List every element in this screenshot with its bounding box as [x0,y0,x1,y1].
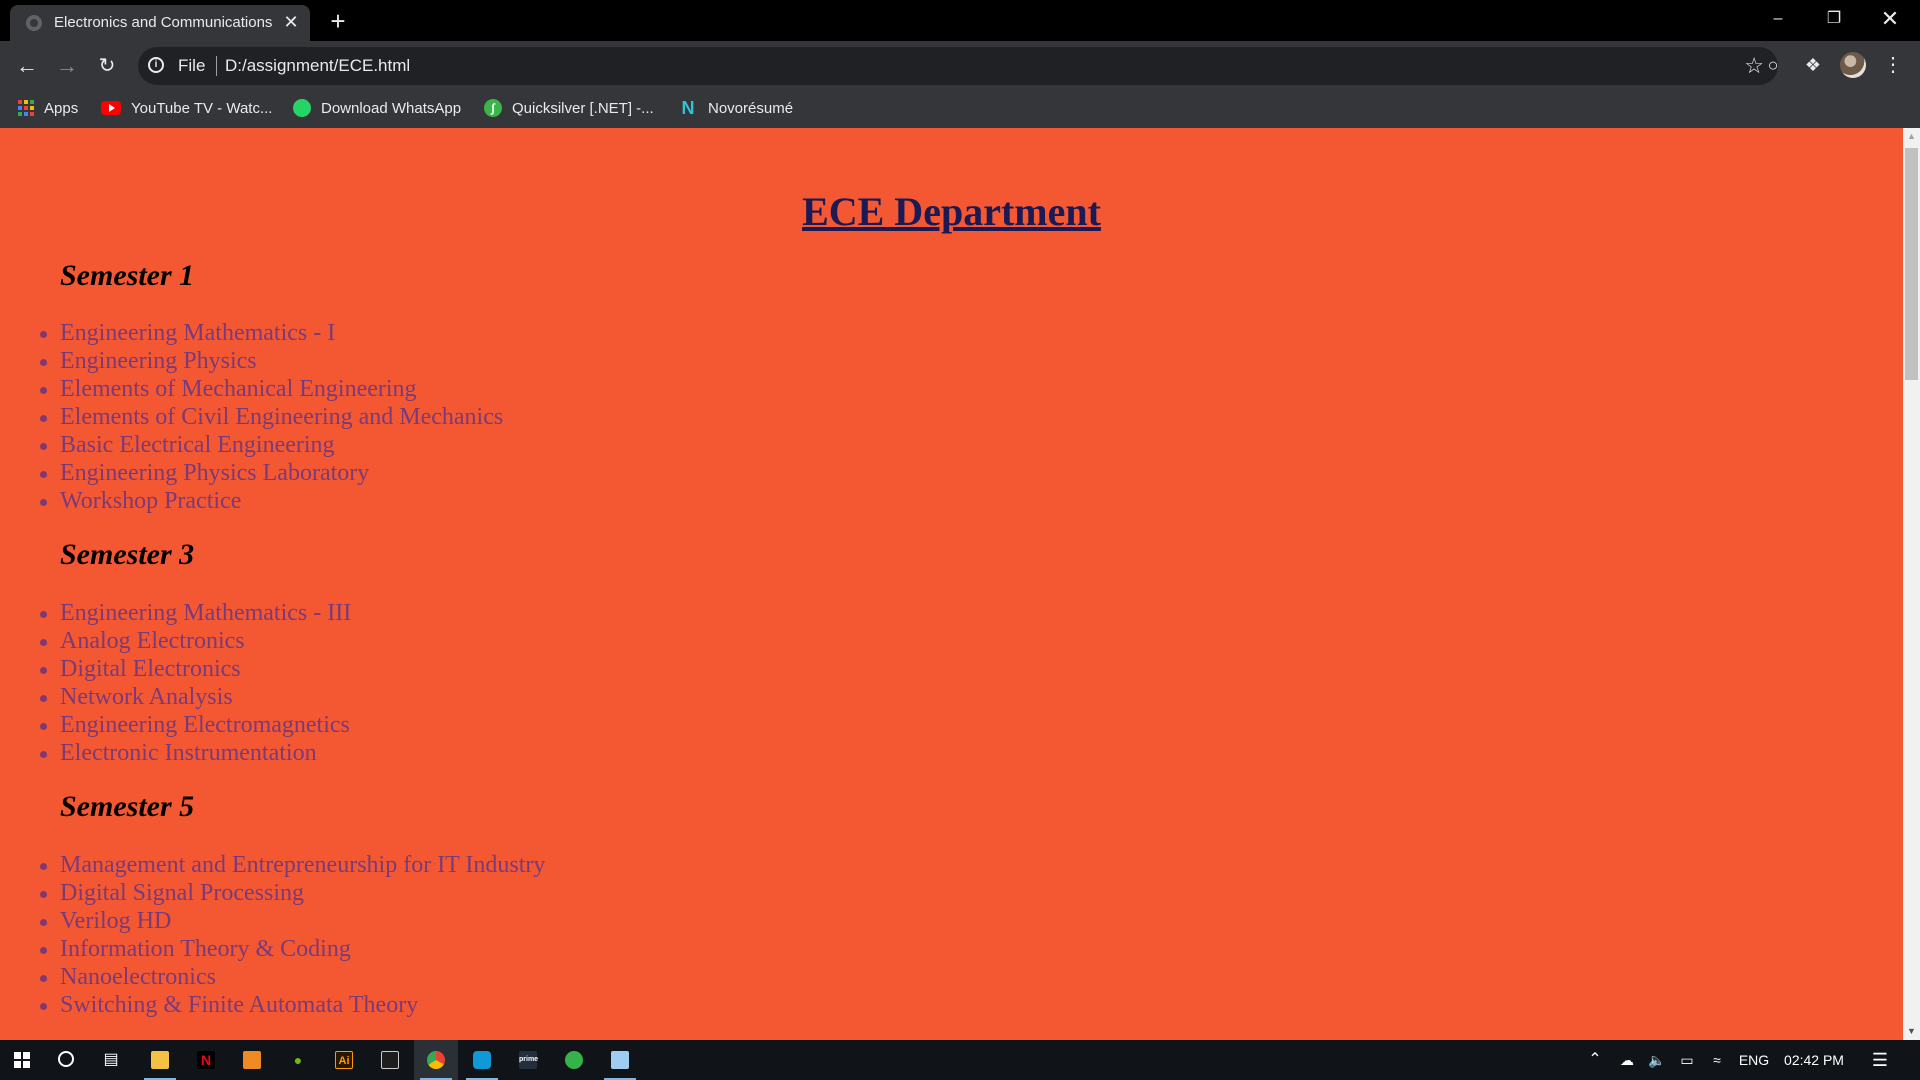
taskbar-netflix[interactable]: N [184,1040,228,1080]
taskbar-app-orange[interactable] [230,1040,274,1080]
close-tab-icon[interactable]: ✕ [280,11,302,33]
semester-heading: Semester 5 [60,790,195,823]
close-window-button[interactable]: ✕ [1862,0,1918,40]
scroll-up-arrow-icon[interactable]: ▲ [1903,128,1920,145]
list-item: Engineering Electromagnetics [39,712,350,738]
list-item: Digital Signal Processing [39,879,545,907]
notification-icon[interactable]: ☰ [1860,1040,1900,1080]
bookmark-whatsapp[interactable]: Download WhatsApp [293,96,461,120]
tab-title: Electronics and Communications [54,14,273,31]
info-icon[interactable]: i [148,57,164,73]
chevron-up-icon[interactable]: ⌃ [1580,1040,1610,1080]
restore-window-button[interactable]: ❐ [1806,0,1862,40]
list-item: Elements of Mechanical Engineering [39,375,503,403]
taskbar: ▤ N ● Ai prime ⌃ ☁ 🔈 ▭ ≈ ENG 02:42 PM ☰ [0,1040,1920,1080]
list-item: Workshop Practice [39,487,503,515]
apps-grid-icon [18,100,34,116]
semester-heading: Semester 3 [60,538,195,571]
list-item: Management and Entrepreneurship for IT I… [39,852,546,878]
bookmark-youtube-tv[interactable]: YouTube TV - Watc... [101,96,272,120]
page-viewport: ECE Department Semester 1 Engineering Ma… [0,128,1903,1040]
course-list: Engineering Mathematics - III Analog Ele… [39,599,352,767]
course-list: Engineering Mathematics - I Engineering … [39,319,504,515]
language-indicator[interactable]: ENG [1732,1040,1776,1080]
app-icon [565,1051,583,1069]
scrollbar-thumb[interactable] [1905,148,1918,380]
course-list: Management and Entrepreneurship for IT I… [39,851,546,1019]
globe-icon [26,15,42,31]
taskbar-nvidia[interactable]: ● [276,1040,320,1080]
list-item: Engineering Physics [39,347,503,375]
list-item: Engineering Physics Laboratory [39,459,503,487]
reload-icon[interactable]: ↻ [89,48,125,84]
bookmarks-bar: Apps YouTube TV - Watc... Download Whats… [0,88,1920,128]
cortana-icon [58,1051,74,1067]
cloud-icon[interactable]: ☁ [1612,1040,1642,1080]
whatsapp-icon [293,99,311,117]
task-view-button[interactable]: ▤ [89,1040,133,1080]
list-item: Engineering Mathematics - I [39,319,503,347]
terminal-icon [381,1051,399,1069]
novoresume-icon: N [681,98,695,118]
list-item: Basic Electrical Engineering [39,431,503,459]
bookmark-apps[interactable]: Apps [18,96,78,120]
prime-video-icon: prime [519,1051,538,1069]
start-button[interactable] [0,1040,44,1080]
browser-tab[interactable]: Electronics and Communications ✕ [10,5,310,41]
vertical-scrollbar[interactable]: ▲ ▼ [1903,128,1920,1040]
url-scheme: File [178,56,206,75]
list-item: Switching & Finite Automata Theory [39,991,545,1019]
illustrator-icon: Ai [335,1051,353,1069]
battery-icon[interactable]: ▭ [1672,1040,1702,1080]
list-item: Nanoelectronics [39,963,545,991]
folder-icon [151,1051,169,1069]
taskbar-illustrator[interactable]: Ai [322,1040,366,1080]
netflix-icon: N [197,1051,215,1069]
url-separator [216,56,217,76]
puzzle-icon[interactable]: ❖ [1798,50,1828,80]
scroll-down-arrow-icon[interactable]: ▼ [1903,1023,1920,1040]
taskbar-skype[interactable] [460,1040,504,1080]
taskbar-notepad[interactable] [598,1040,642,1080]
wifi-icon[interactable]: ≈ [1702,1040,1732,1080]
list-item: Verilog HD [39,907,545,935]
notepad-icon [611,1051,629,1069]
url-text[interactable]: D:/assignment/ECE.html [225,56,410,76]
list-item: Network Analysis [39,683,351,711]
forward-arrow-icon[interactable]: → [49,48,85,84]
taskbar-file-explorer[interactable] [138,1040,182,1080]
list-item: Information Theory & Coding [39,935,545,963]
clock[interactable]: 02:42 PM [1778,1040,1850,1080]
tab-strip: Electronics and Communications ✕ + – ❐ ✕ [0,0,1920,41]
volume-icon[interactable]: 🔈 [1642,1040,1672,1080]
quicksilver-icon: ∫ [484,99,502,117]
new-tab-button[interactable]: + [324,7,352,35]
windows-logo-icon [14,1052,30,1068]
bookmark-novoresume[interactable]: N Novorésumé [678,96,794,120]
list-item: Digital Electronics [39,655,351,683]
back-arrow-icon[interactable]: ← [9,48,45,84]
app-icon [243,1051,261,1069]
list-item: Analog Electronics [39,627,351,655]
list-item: Elements of Civil Engineering and Mechan… [39,404,504,430]
search-button[interactable] [44,1040,88,1080]
bookmark-quicksilver[interactable]: ∫ Quicksilver [.NET] -... [484,96,654,120]
taskbar-prime-video[interactable]: prime [506,1040,550,1080]
nvidia-icon: ● [289,1051,307,1069]
extension-icon[interactable]: ○ [1758,50,1788,80]
page-title: ECE Department [802,189,1101,234]
semester-heading: Semester 1 [60,259,195,292]
list-item: Engineering Mathematics - III [39,600,352,626]
taskbar-app-green[interactable] [552,1040,596,1080]
taskbar-chrome[interactable] [414,1040,458,1080]
minimize-window-button[interactable]: – [1750,0,1806,40]
profile-avatar[interactable] [1840,52,1866,78]
kebab-menu-icon[interactable]: ⋮ [1878,50,1908,80]
youtube-icon [101,101,121,115]
chrome-icon [427,1051,445,1069]
taskbar-terminal[interactable] [368,1040,412,1080]
list-item: Electronic Instrumentation [39,739,351,767]
chat-icon [473,1051,491,1069]
address-bar[interactable]: i File D:/assignment/ECE.html ☆ [138,47,1778,85]
